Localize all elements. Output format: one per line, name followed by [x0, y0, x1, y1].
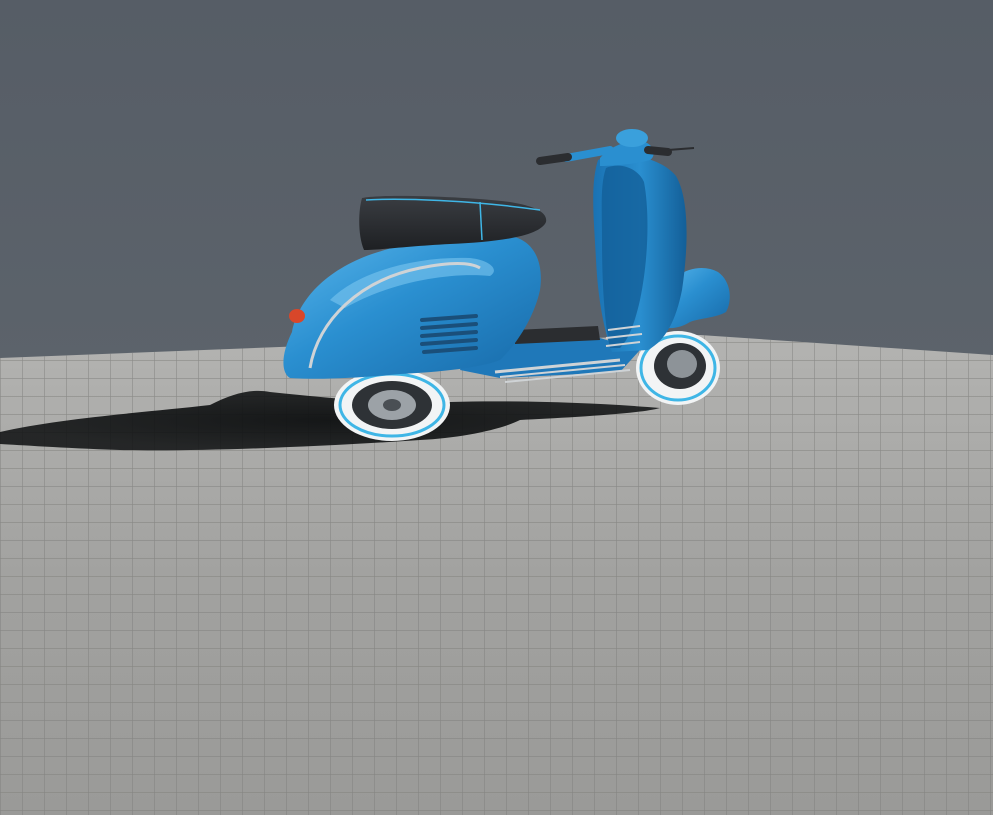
rear-wheel: [334, 369, 450, 441]
scene-svg: [0, 0, 993, 815]
tail-light: [289, 309, 305, 323]
render-viewport: [0, 0, 993, 815]
headlight-housing: [616, 129, 648, 147]
